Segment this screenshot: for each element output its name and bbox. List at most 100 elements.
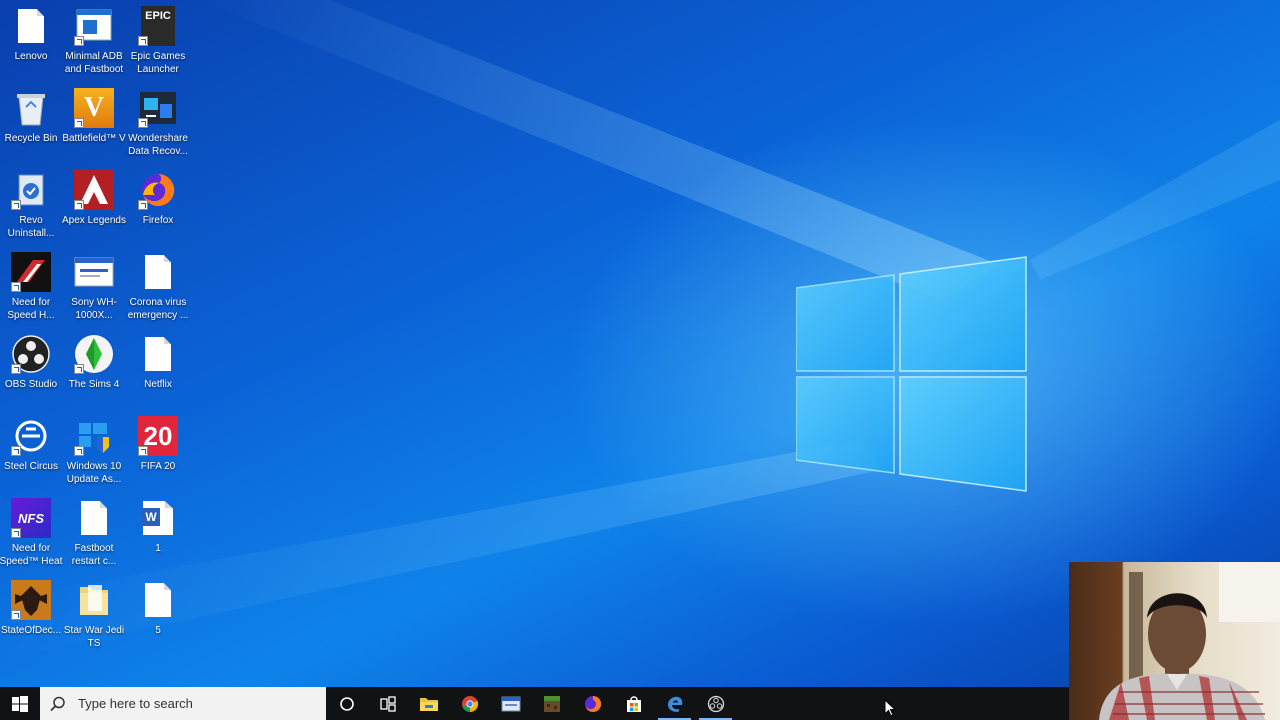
windows-update-icon	[74, 416, 114, 456]
start-button[interactable]	[0, 687, 40, 720]
icon-label: Minimal ADB and Fastboot	[64, 51, 124, 75]
adb-window-icon	[74, 6, 114, 46]
firefox-taskbar-button[interactable]	[572, 687, 613, 720]
desktop-icon-corona[interactable]: Corona virus emergency ...	[126, 248, 190, 328]
revo-uninstaller-icon	[11, 170, 51, 210]
search-input[interactable]: Type here to search	[40, 687, 326, 720]
icon-label: Corona virus emergency ...	[127, 297, 189, 321]
minecraft-icon	[543, 695, 560, 712]
edge-icon	[667, 696, 682, 712]
search-icon	[50, 696, 65, 711]
icon-label: Recycle Bin	[4, 133, 58, 144]
taskbar-apps	[326, 687, 736, 720]
icon-label: Star War Jedi TS	[63, 625, 125, 649]
icon-label: Lenovo	[14, 51, 48, 62]
chrome-button[interactable]	[449, 687, 490, 720]
icon-label: Netflix	[144, 379, 172, 390]
minecraft-button[interactable]	[531, 687, 572, 720]
webcam-person-image	[1099, 562, 1280, 720]
desktop-icon-sims-4[interactable]: The Sims 4	[62, 330, 126, 410]
icon-label: Revo Uninstall...	[7, 215, 55, 239]
recycle-bin-icon	[11, 88, 51, 128]
desktop-icon-recycle-bin[interactable]: Recycle Bin	[0, 84, 63, 164]
desktop-icon-sony-wh[interactable]: Sony WH-1000X...	[62, 248, 126, 328]
app-button[interactable]	[490, 687, 531, 720]
file-explorer-button[interactable]	[408, 687, 449, 720]
obs-icon	[707, 695, 724, 712]
desktop-icon-minimal-adb[interactable]: Minimal ADB and Fastboot	[62, 2, 126, 82]
apex-legends-icon	[74, 170, 114, 210]
icon-label: OBS Studio	[4, 379, 58, 390]
edge-button[interactable]	[654, 687, 695, 720]
windows-start-icon	[12, 695, 28, 712]
store-icon	[626, 695, 641, 712]
fifa-icon: 20	[138, 416, 178, 456]
desktop-icon-fastboot-restart[interactable]: Fastboot restart c...	[62, 494, 126, 574]
icon-label: Need for Speed™ Heat	[0, 543, 63, 567]
desktop-icon-nfs-heat[interactable]: NFS Need for Speed™ Heat	[0, 494, 63, 574]
icon-label: Fastboot restart c...	[71, 543, 117, 567]
document-icon	[74, 498, 114, 538]
firefox-icon	[584, 695, 601, 712]
desktop-icon-netflix[interactable]: Netflix	[126, 330, 190, 410]
icon-label: The Sims 4	[68, 379, 120, 390]
icon-label: FIFA 20	[140, 461, 176, 472]
icon-label: Steel Circus	[4, 461, 58, 472]
icon-label: Need for Speed H...	[7, 297, 55, 321]
icon-label: Firefox	[142, 215, 174, 226]
icon-label: Windows 10 Update As...	[66, 461, 122, 485]
icon-label: Sony WH-1000X...	[71, 297, 117, 321]
desktop-icon-state-of-decay[interactable]: StateOfDec...	[0, 576, 63, 656]
desktop-icon-steel-circus[interactable]: Steel Circus	[0, 412, 63, 492]
epic-games-icon: EPIC	[138, 6, 178, 46]
need-for-speed-icon	[11, 252, 51, 292]
desktop-icon-word-1[interactable]: W 1	[126, 494, 190, 574]
word-document-icon: W	[138, 498, 178, 538]
desktop-icon-battlefield-v[interactable]: V Battlefield™ V	[62, 84, 126, 164]
desktop-icon-wondershare[interactable]: Wondershare Data Recov...	[126, 84, 190, 164]
file-explorer-icon	[419, 697, 438, 711]
desktop-icon-apex-legends[interactable]: Apex Legends	[62, 166, 126, 246]
icon-label: 1	[155, 543, 161, 554]
document-icon	[11, 6, 51, 46]
desktop-icon-revo[interactable]: Revo Uninstall...	[0, 166, 63, 246]
icon-label: Epic Games Launcher	[130, 51, 186, 75]
search-placeholder: Type here to search	[78, 696, 193, 711]
desktop-icon-obs[interactable]: OBS Studio	[0, 330, 63, 410]
desktop-icon-star-war-jedi[interactable]: Star War Jedi TS	[62, 576, 126, 656]
store-button[interactable]	[613, 687, 654, 720]
obs-studio-icon	[11, 334, 51, 374]
cortana-button[interactable]	[326, 687, 367, 720]
obs-taskbar-button[interactable]	[695, 687, 736, 720]
desktop-icon-lenovo[interactable]: Lenovo	[0, 2, 63, 82]
task-view-icon	[379, 695, 396, 712]
icon-label: Wondershare Data Recov...	[128, 133, 188, 157]
desktop-icon-need-for-speed-hp[interactable]: Need for Speed H...	[0, 248, 63, 328]
desktop-icon-win10-update[interactable]: Windows 10 Update As...	[62, 412, 126, 492]
cortana-icon	[339, 696, 354, 711]
desktop-icon-firefox[interactable]: Firefox	[126, 166, 190, 246]
icon-label: Battlefield™ V	[62, 133, 126, 144]
icon-label: Apex Legends	[62, 215, 126, 226]
wondershare-recovery-icon	[138, 88, 178, 128]
document-icon	[138, 252, 178, 292]
desktop-icon-epic-games[interactable]: EPIC Epic Games Launcher	[126, 2, 190, 82]
document-icon	[138, 580, 178, 620]
app-icon	[501, 696, 520, 711]
state-of-decay-icon	[11, 580, 51, 620]
icon-label: 5	[155, 625, 161, 636]
mouse-cursor-icon	[884, 699, 896, 717]
sims-plumbob-icon	[74, 334, 114, 374]
windows-logo-wallpaper	[796, 256, 1027, 492]
sony-app-icon	[74, 252, 114, 292]
firefox-icon	[138, 170, 178, 210]
icon-label: StateOfDec...	[0, 625, 62, 636]
document-icon	[138, 334, 178, 374]
webcam-overlay	[1069, 562, 1280, 720]
battlefield-icon: V	[74, 88, 114, 128]
desktop-icon-fifa-20[interactable]: 20 FIFA 20	[126, 412, 190, 492]
folder-icon	[74, 580, 114, 620]
task-view-button[interactable]	[367, 687, 408, 720]
desktop-icon-5[interactable]: 5	[126, 576, 190, 656]
chrome-icon	[461, 695, 478, 712]
